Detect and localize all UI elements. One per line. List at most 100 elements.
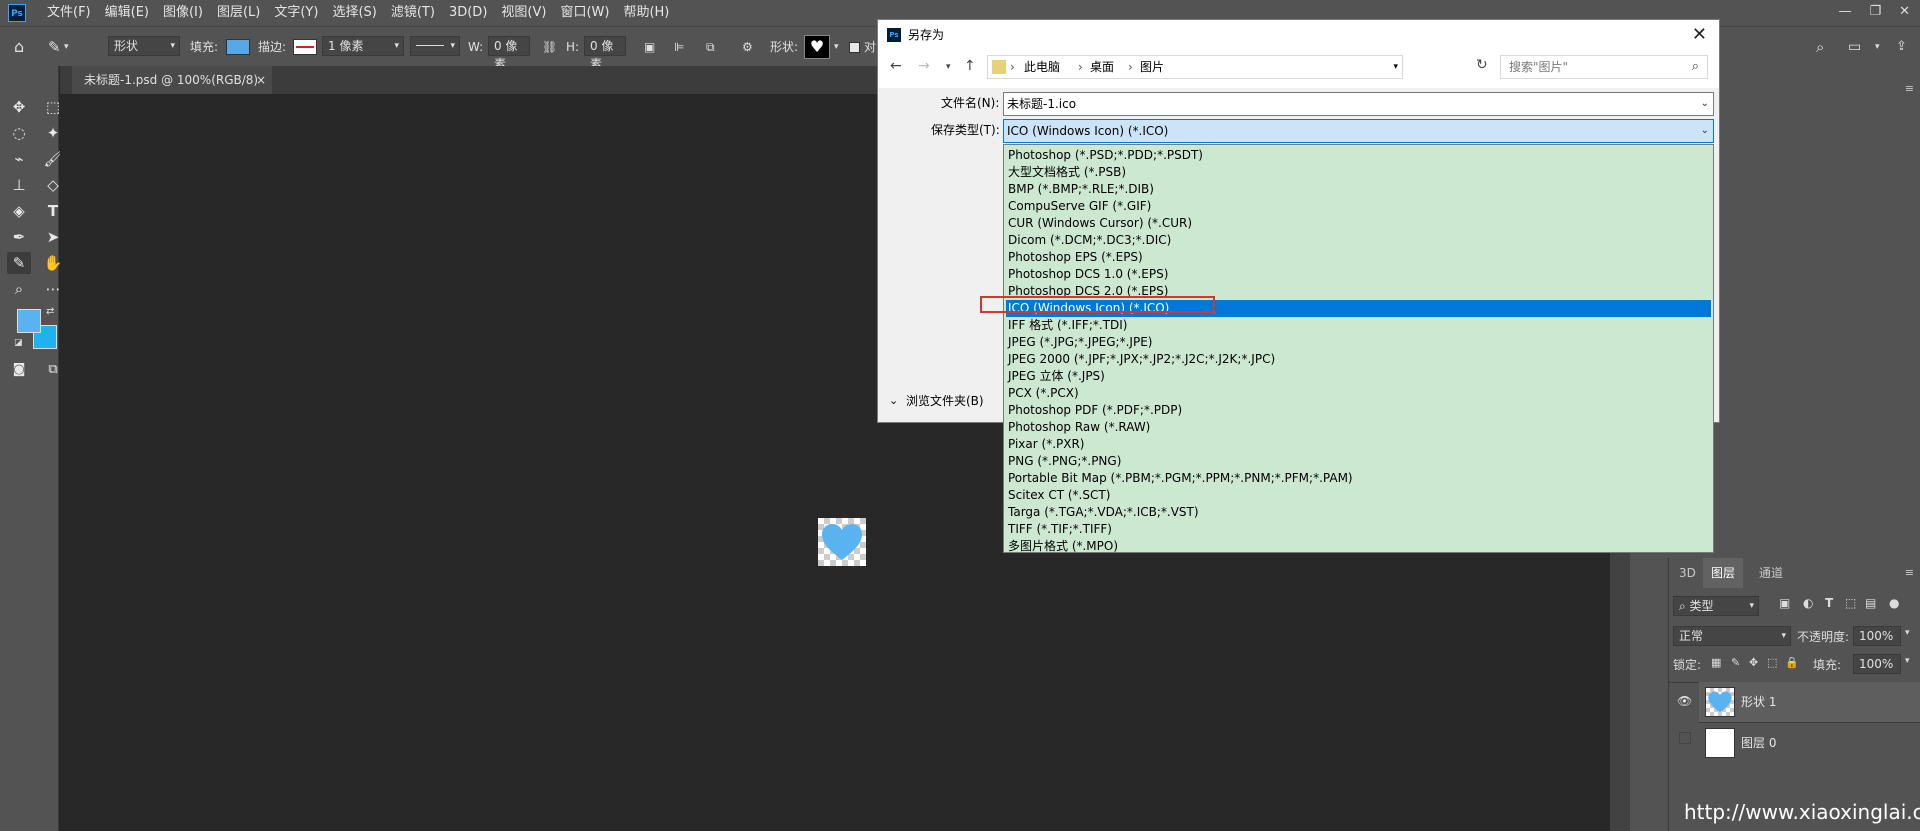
menu-item[interactable]: 帮助(H)	[616, 0, 676, 26]
menu-item[interactable]: 文件(F)	[40, 0, 98, 26]
filter-type-icon[interactable]: T	[1825, 596, 1833, 610]
minimize-button[interactable]: —	[1838, 0, 1851, 26]
path-arrangement-icon[interactable]: ⧉	[706, 27, 715, 67]
move-tool-icon[interactable]: ✥	[7, 96, 31, 118]
layer-row-layer-0[interactable]: 图层 0	[1699, 722, 1920, 763]
layer-row-shape-1[interactable]: 形状 1	[1699, 682, 1920, 722]
stroke-swatch[interactable]	[293, 39, 317, 55]
file-type-option[interactable]: CompuServe GIF (*.GIF)	[1006, 198, 1711, 215]
save-type-select[interactable]: ICO (Windows Icon) (*.ICO) ⌄	[1003, 119, 1714, 143]
pen-tool-icon[interactable]: ✒	[7, 226, 31, 248]
menu-item[interactable]: 滤镜(T)	[384, 0, 442, 26]
lock-pixels-icon[interactable]: ✎	[1731, 656, 1740, 669]
width-input[interactable]: 0 像素	[488, 36, 530, 71]
file-type-option[interactable]: JPEG 2000 (*.JPF;*.JPX;*.JP2;*.J2C;*.J2K…	[1006, 351, 1711, 368]
shape-picker-heart-icon[interactable]: ♥	[804, 35, 830, 59]
file-type-option[interactable]: Photoshop Raw (*.RAW)	[1006, 419, 1711, 436]
stamp-tool-icon[interactable]: ⊥	[7, 174, 31, 196]
default-colors-icon[interactable]: ◪	[14, 338, 23, 348]
file-type-option[interactable]: Targa (*.TGA;*.VDA;*.ICB;*.VST)	[1006, 504, 1711, 521]
breadcrumb-desktop[interactable]: 桌面	[1090, 56, 1114, 78]
file-type-option[interactable]: Photoshop EPS (*.EPS)	[1006, 249, 1711, 266]
document-tab[interactable]: 未标题-1.psd @ 100%(RGB/8) ×	[72, 66, 272, 94]
file-type-option[interactable]: PNG (*.PNG;*.PNG)	[1006, 453, 1711, 470]
menu-item[interactable]: 文字(Y)	[267, 0, 325, 26]
panel-menu-icon[interactable]: ≡	[1905, 566, 1914, 579]
tab-3d[interactable]: 3D	[1671, 558, 1704, 588]
recent-locations-icon[interactable]: ▾	[946, 62, 951, 72]
blend-mode-select[interactable]: 正常 ▾	[1673, 626, 1791, 646]
layer-visibility-toggle[interactable]	[1679, 732, 1691, 744]
menu-item[interactable]: 视图(V)	[494, 0, 553, 26]
search-icon[interactable]: ⌕	[1816, 27, 1824, 67]
file-type-option[interactable]: PCX (*.PCX)	[1006, 385, 1711, 402]
tab-channels[interactable]: 通道	[1751, 558, 1791, 588]
stroke-width-input[interactable]: 1 像素 ▾	[322, 36, 404, 56]
quick-mask-icon[interactable]: ◙	[7, 359, 31, 381]
menu-item[interactable]: 3D(D)	[442, 0, 494, 26]
refresh-icon[interactable]: ↻	[1476, 57, 1488, 73]
gear-icon[interactable]: ⚙	[742, 27, 753, 67]
mode-select[interactable]: 形状 ▾	[108, 36, 180, 56]
file-type-option[interactable]: TIFF (*.TIF;*.TIFF)	[1006, 521, 1711, 538]
menu-item[interactable]: 图层(L)	[210, 0, 267, 26]
menu-item[interactable]: 选择(S)	[325, 0, 383, 26]
filter-smart-object-icon[interactable]: ▤	[1865, 596, 1876, 610]
lock-artboard-icon[interactable]: ⬚	[1767, 656, 1777, 669]
file-type-option[interactable]: IFF 格式 (*.IFF;*.TDI)	[1006, 317, 1711, 334]
breadcrumb-pictures[interactable]: 图片	[1140, 56, 1164, 78]
filter-shape-icon[interactable]: ⬚	[1845, 596, 1856, 610]
fill-swatch[interactable]	[226, 39, 250, 55]
file-type-option[interactable]: 大型文档格式 (*.PSB)	[1006, 164, 1711, 181]
file-type-option[interactable]: Photoshop DCS 1.0 (*.EPS)	[1006, 266, 1711, 283]
file-type-option[interactable]: JPEG 立体 (*.JPS)	[1006, 368, 1711, 385]
stroke-type-select[interactable]: ▾	[410, 36, 460, 56]
lasso-tool-icon[interactable]: ◌	[7, 122, 31, 144]
file-type-option[interactable]: Photoshop (*.PSD;*.PDD;*.PSDT)	[1006, 147, 1711, 164]
foreground-color-swatch[interactable]	[17, 309, 41, 333]
address-bar[interactable]: › 此电脑 › 桌面 › 图片 ▾	[987, 55, 1403, 79]
zoom-tool-icon[interactable]: ⌕	[7, 278, 31, 300]
document-tab-close-icon[interactable]: ×	[256, 66, 266, 94]
close-window-button[interactable]: ✕	[1899, 0, 1910, 26]
swap-colors-icon[interactable]: ⇄	[46, 306, 54, 317]
file-type-option[interactable]: BMP (*.BMP;*.RLE;*.DIB)	[1006, 181, 1711, 198]
height-input[interactable]: 0 像素	[584, 36, 626, 71]
custom-shape-tool-icon[interactable]: ✎	[48, 27, 61, 67]
back-arrow-icon[interactable]: ←	[890, 58, 902, 74]
document-canvas[interactable]	[818, 518, 866, 566]
menu-item[interactable]: 窗口(W)	[553, 0, 616, 26]
fill-opacity-input[interactable]: 100%	[1853, 654, 1901, 674]
layer-visibility-eye-icon[interactable]: 👁	[1677, 694, 1692, 708]
dialog-close-button[interactable]: ✕	[1692, 20, 1707, 50]
file-type-option[interactable]: JPEG (*.JPG;*.JPEG;*.JPE)	[1006, 334, 1711, 351]
file-type-option[interactable]: CUR (Windows Cursor) (*.CUR)	[1006, 215, 1711, 232]
share-icon[interactable]: ⇪	[1896, 27, 1907, 67]
breadcrumb-this-pc[interactable]: 此电脑	[1024, 56, 1060, 78]
workspace-icon[interactable]: ▭	[1848, 27, 1861, 67]
filter-toggle-icon[interactable]: ●	[1889, 596, 1899, 610]
chevron-down-icon[interactable]: ⌄	[889, 394, 898, 407]
panel-menu-icon[interactable]: ≡	[1905, 82, 1914, 95]
opacity-input[interactable]: 100%	[1853, 626, 1901, 646]
restore-button[interactable]: ❐	[1869, 0, 1881, 26]
filter-adjustment-icon[interactable]: ◐	[1803, 596, 1813, 610]
up-arrow-icon[interactable]: ↑	[964, 58, 976, 74]
align-edges-checkbox[interactable]	[849, 42, 860, 53]
paint-bucket-tool-icon[interactable]: ◈	[7, 200, 31, 222]
browse-folders-toggle[interactable]: 浏览文件夹(B)	[906, 390, 984, 412]
filename-input[interactable]: 未标题-1.ico ⌄	[1003, 92, 1714, 116]
home-icon[interactable]: ⌂	[14, 27, 24, 67]
menu-item[interactable]: 图像(I)	[156, 0, 210, 26]
custom-shape-tool-icon[interactable]: ✎	[7, 252, 31, 274]
link-icon[interactable]: ⛓	[542, 27, 557, 67]
file-type-option[interactable]: Photoshop PDF (*.PDF;*.PDP)	[1006, 402, 1711, 419]
path-alignment-icon[interactable]: ⊫	[674, 27, 684, 67]
file-type-option[interactable]: Dicom (*.DCM;*.DC3;*.DIC)	[1006, 232, 1711, 249]
lock-transparency-icon[interactable]: ▦	[1711, 656, 1721, 669]
path-operations-icon[interactable]: ▣	[644, 27, 655, 67]
filter-pixel-icon[interactable]: ▣	[1779, 596, 1790, 610]
menu-item[interactable]: 编辑(E)	[98, 0, 156, 26]
layer-filter-select[interactable]: ⌕ 类型 ▾	[1673, 596, 1759, 616]
file-type-option[interactable]: Portable Bit Map (*.PBM;*.PGM;*.PPM;*.PN…	[1006, 470, 1711, 487]
